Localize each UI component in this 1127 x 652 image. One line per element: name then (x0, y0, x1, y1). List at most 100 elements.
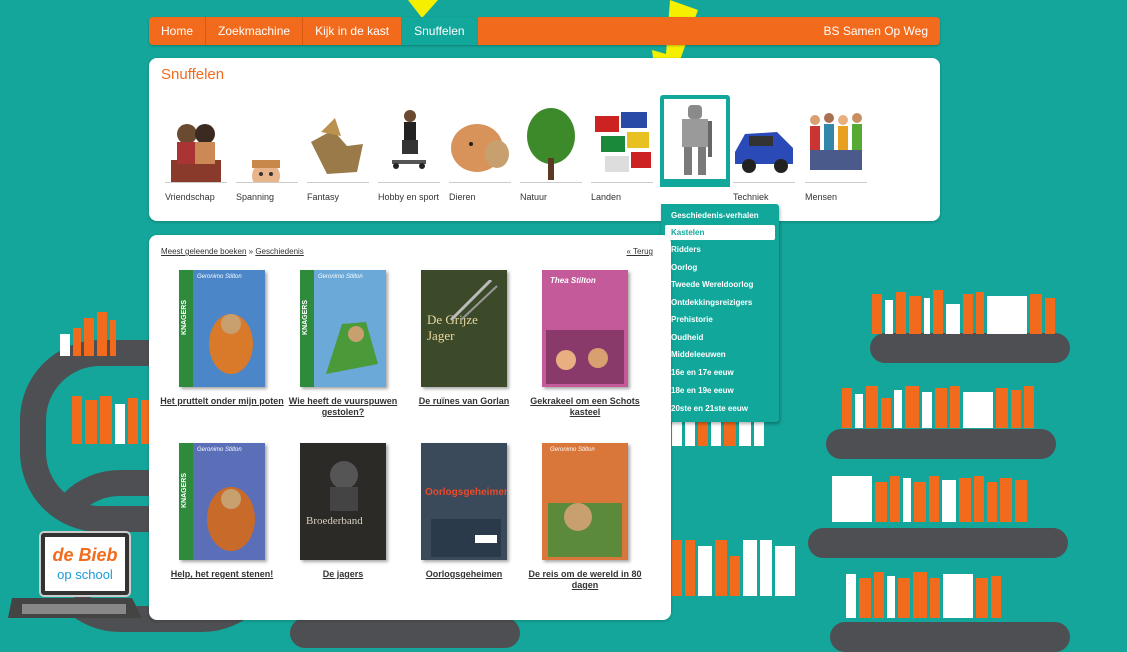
logo-subtitle: op school (57, 567, 113, 582)
book-cover-image[interactable]: Thea Stilton (542, 270, 628, 387)
cover-illustration-icon (546, 330, 624, 384)
book-title-link[interactable]: De ruïnes van Gorlan (401, 396, 527, 407)
book-cover-image[interactable]: Geronimo Stilton KNAGERS (179, 443, 265, 560)
category-label: Spanning (236, 192, 275, 202)
breadcrumb-root-link[interactable]: Meest geleende boeken (161, 247, 246, 256)
shelf (870, 333, 1070, 363)
category-natuur[interactable]: Natuur (516, 98, 582, 216)
nav-zoekmachine[interactable]: Zoekmachine (206, 17, 304, 45)
tree-photo-icon (520, 108, 582, 183)
nav-snuffelen[interactable]: Snuffelen (402, 17, 478, 45)
submenu-item[interactable]: Oudheid (665, 330, 775, 345)
cover-illustration-icon (548, 503, 622, 557)
cover-text: Thea Stilton (550, 276, 596, 285)
knight-armor-photo-icon (664, 99, 726, 179)
cover-illustration-icon (326, 322, 378, 374)
category-geschiedenis[interactable]: Geschiedenis (660, 95, 730, 202)
cover-illustration-icon (330, 461, 358, 511)
shelf (826, 429, 1056, 459)
book-title-link[interactable]: Help, het regent stenen! (159, 569, 285, 580)
nav-kijk-in-de-kast[interactable]: Kijk in de kast (303, 17, 403, 45)
submenu-item[interactable]: Ontdekkingsreizigers (665, 295, 775, 310)
submenu-item[interactable]: Ridders (665, 242, 775, 257)
cover-text: Geronimo Stilton (197, 274, 242, 280)
category-label: Geschiedenis (664, 192, 719, 202)
category-mensen[interactable]: Mensen (801, 98, 867, 216)
book-cover-image[interactable]: De Grijze Jager (421, 270, 507, 387)
panel-title: Snuffelen (161, 66, 225, 83)
cover-series: KNAGERS (181, 300, 188, 336)
cover-text: Geronimo Stilton (550, 447, 595, 453)
book-cover-image[interactable]: Geronimo Stilton (542, 443, 628, 560)
nav-home[interactable]: Home (149, 17, 207, 45)
cover-text: Geronimo Stilton (197, 447, 242, 453)
submenu-item[interactable]: Oorlog (665, 260, 775, 275)
cover-illustration-icon (209, 314, 253, 374)
submenu-item[interactable]: Prehistorie (665, 312, 775, 327)
category-label: Natuur (520, 192, 548, 202)
children-group-photo-icon (805, 113, 867, 183)
category-dieren[interactable]: Dieren (445, 98, 511, 216)
cover-text: Broederband (306, 515, 363, 527)
category-spanning[interactable]: Spanning (232, 98, 298, 216)
cover-illustration-icon (431, 519, 501, 557)
cover-text: Oorlogsgeheimen (425, 487, 507, 498)
book-cover-image[interactable]: Geronimo Stilton KNAGERS (179, 270, 265, 387)
skateboarder-photo-icon (378, 110, 440, 183)
submenu-item[interactable]: 16e en 17e eeuw (665, 365, 775, 380)
submenu-item[interactable]: 20ste en 21ste eeuw (665, 401, 775, 416)
logo-title: de Bieb (52, 545, 117, 565)
geschiedenis-submenu: Geschiedenis-verhalen Kastelen Ridders O… (661, 204, 779, 422)
book-row (672, 540, 795, 596)
submenu-item[interactable]: 18e en 19e eeuw (665, 383, 775, 398)
shelf (808, 528, 1068, 558)
category-label: Hobby en sport (378, 192, 440, 202)
category-label: Fantasy (307, 192, 340, 202)
book-cover-image[interactable]: Oorlogsgeheimen (421, 443, 507, 560)
category-hobby-en-sport[interactable]: Hobby en sport (374, 98, 440, 216)
category-techniek[interactable]: Techniek (729, 98, 795, 216)
book-row (872, 290, 1055, 334)
cover-text: Geronimo Stilton (318, 274, 363, 280)
book-row (60, 312, 116, 356)
cover-series: KNAGERS (181, 473, 188, 509)
book-title-link[interactable]: De reis om de wereld in 80 dagen (522, 569, 648, 591)
main-navigation: Home Zoekmachine Kijk in de kast Snuffel… (149, 17, 940, 45)
category-label: Techniek (733, 192, 769, 202)
book-title-link[interactable]: Wie heeft de vuurspuwen gestolen? (280, 396, 406, 418)
category-landen[interactable]: Landen (587, 98, 653, 216)
back-link[interactable]: « Terug (626, 247, 653, 256)
school-name: BS Samen Op Weg (823, 24, 929, 38)
book-title-link[interactable]: Gekrakeel om een Schots kasteel (522, 396, 648, 418)
category-fantasy[interactable]: Fantasy (303, 98, 369, 216)
category-label: Mensen (805, 192, 838, 202)
flags-photo-icon (591, 112, 653, 183)
book-title-link[interactable]: Oorlogsgeheimen (401, 569, 527, 580)
submenu-item-kastelen[interactable]: Kastelen (665, 225, 775, 240)
de-bieb-op-school-logo: de Bieb op school (8, 531, 142, 618)
cover-illustration-icon (207, 487, 255, 551)
dog-cat-photo-icon (449, 124, 511, 183)
book-title-link[interactable]: De jagers (280, 569, 406, 580)
submenu-item[interactable]: Geschiedenis-verhalen (665, 208, 775, 223)
book-cover-image[interactable]: Geronimo Stilton KNAGERS (300, 270, 386, 387)
shelf (290, 618, 520, 648)
griffin-photo-icon (307, 118, 369, 183)
submenu-item[interactable]: Middeleeuwen (665, 347, 775, 362)
friends-photo-icon (165, 124, 227, 183)
cover-illustration-icon (449, 280, 498, 320)
category-label: Dieren (449, 192, 476, 202)
book-row (846, 572, 1001, 618)
results-panel: Meest geleende boeken » Geschiedenis « T… (149, 235, 671, 620)
shelf (830, 622, 1070, 652)
category-vriendschap[interactable]: Vriendschap (161, 98, 227, 216)
peeking-child-photo-icon (236, 160, 298, 183)
breadcrumb: Meest geleende boeken » Geschiedenis (161, 247, 304, 256)
cover-series: KNAGERS (302, 300, 309, 336)
snuffelen-panel: Snuffelen Vriendschap Spanning Fantasy H… (149, 58, 940, 221)
book-title-link[interactable]: Het pruttelt onder mijn poten (159, 396, 285, 407)
breadcrumb-current-link[interactable]: Geschiedenis (255, 247, 303, 256)
book-cover-image[interactable]: Broederband (300, 443, 386, 560)
category-label: Landen (591, 192, 622, 202)
submenu-item[interactable]: Tweede Wereldoorlog (665, 277, 775, 292)
